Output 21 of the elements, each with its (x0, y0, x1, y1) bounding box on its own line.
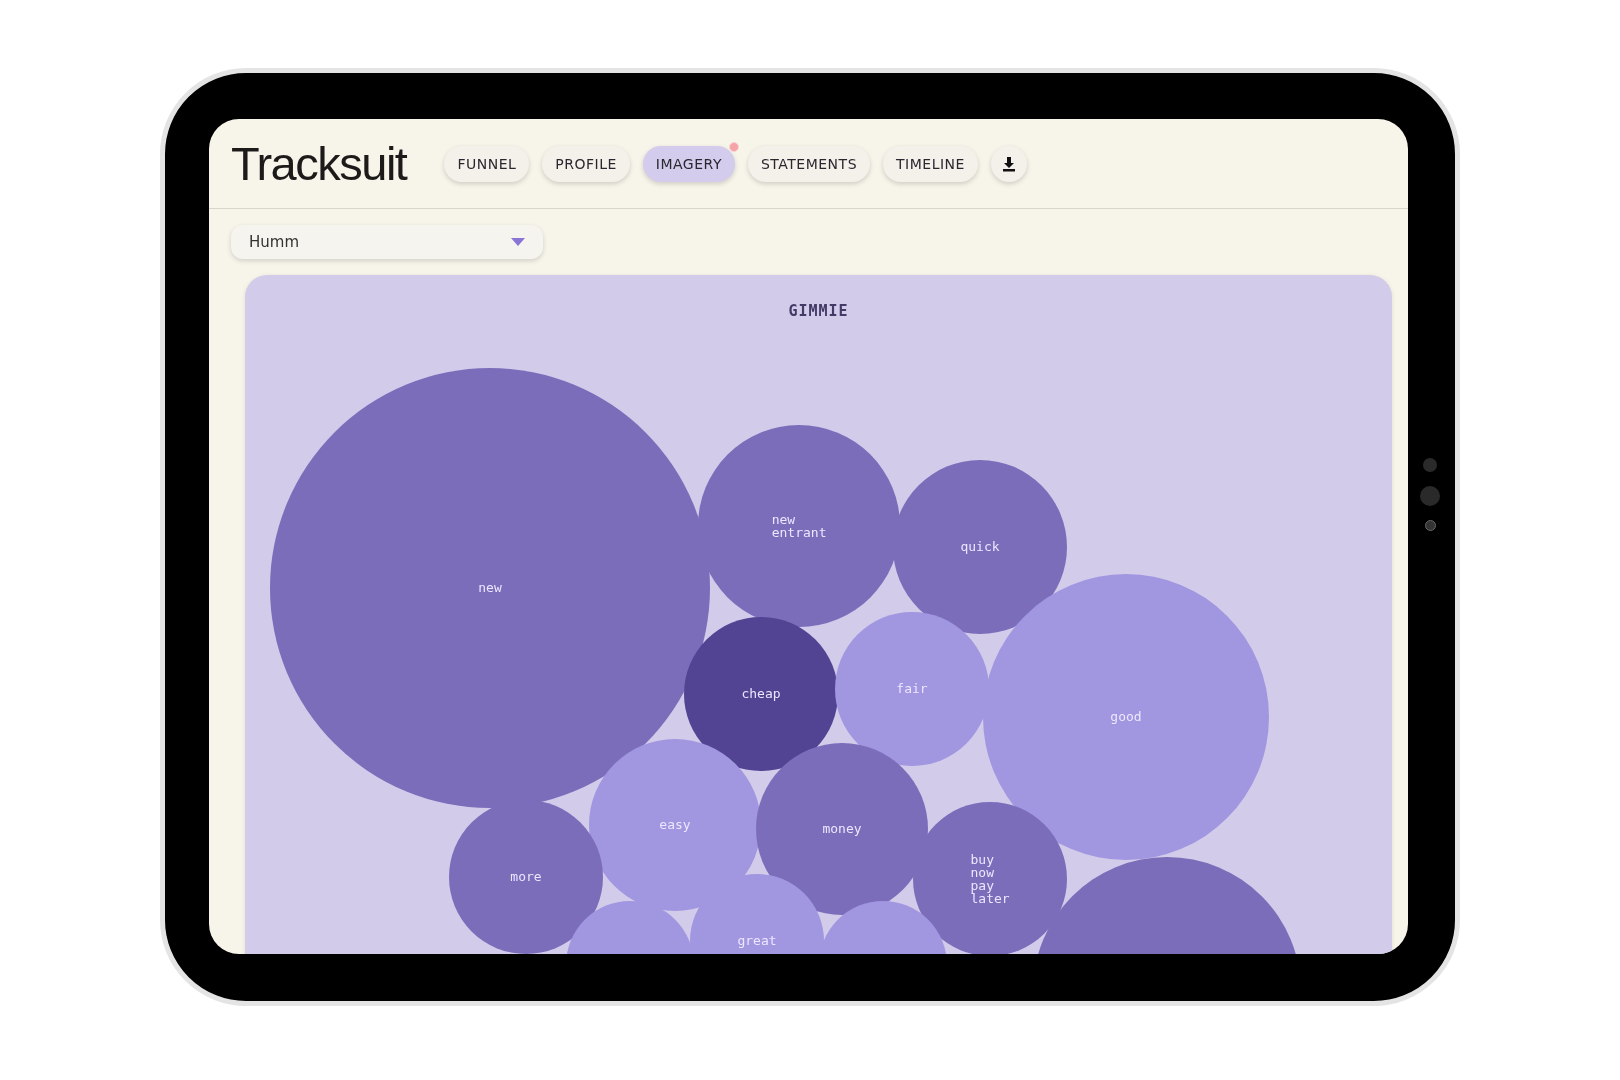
bubble-label: good (1110, 709, 1142, 724)
bubble-label: cheap (741, 686, 781, 701)
nav-tab[interactable]: FUNNEL (444, 145, 530, 182)
bubble-label: quick (960, 539, 1000, 554)
bubble-label: new entrant (771, 511, 827, 540)
caret-icon (511, 238, 525, 246)
download-icon (1000, 155, 1017, 172)
download-button[interactable] (990, 145, 1027, 182)
bubble-label: new (478, 580, 502, 595)
bubble-label: easy (659, 817, 691, 832)
bubble-label: buy now pay later (970, 851, 1010, 906)
bubble-label: money (822, 821, 862, 836)
bubble-label: more (510, 869, 542, 884)
bubble-label: great (737, 933, 777, 948)
app-logo: Tracksuit (231, 136, 407, 191)
bubble-label: fair (896, 681, 928, 696)
chart-title: GIMMIE (787, 301, 850, 320)
nav-tab[interactable]: STATEMENTS (747, 145, 871, 182)
nav-tab[interactable]: TIMELINE (883, 145, 978, 182)
brand-dropdown[interactable]: Humm (231, 225, 543, 259)
nav-tab[interactable]: PROFILE (542, 145, 630, 182)
